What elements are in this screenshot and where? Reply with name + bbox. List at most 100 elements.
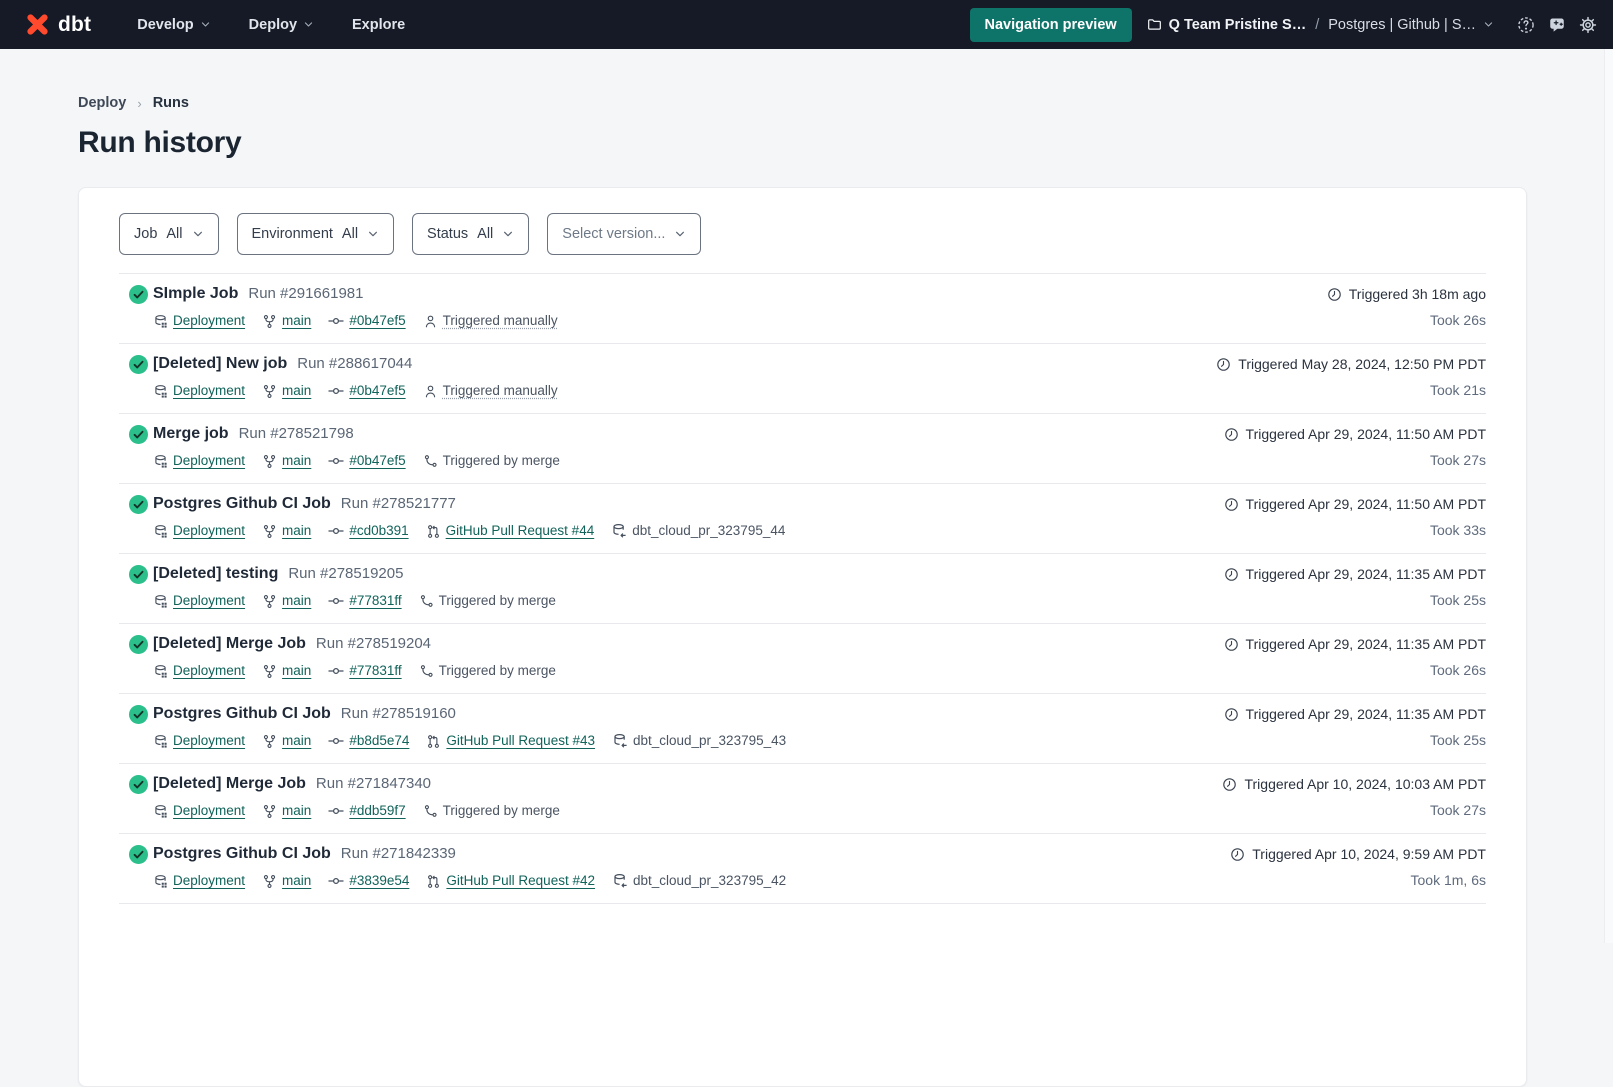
breadcrumb-runs[interactable]: Runs bbox=[153, 95, 189, 111]
clock-icon bbox=[1224, 567, 1239, 582]
run-id: Run #278519205 bbox=[288, 563, 403, 585]
run-row[interactable]: Postgres Github CI Job Run #278521777 De… bbox=[119, 484, 1486, 554]
branch-link[interactable]: main bbox=[282, 383, 311, 399]
job-name[interactable]: [Deleted] New job bbox=[153, 353, 287, 375]
job-name[interactable]: [Deleted] Merge Job bbox=[153, 633, 306, 655]
page-body: Deploy › Runs Run history Job All Enviro… bbox=[0, 95, 1613, 1087]
run-row[interactable]: Merge job Run #278521798 Deployment main… bbox=[119, 414, 1486, 484]
project-selector[interactable]: Postgres | Github | S… bbox=[1328, 17, 1494, 33]
commit-link[interactable]: #0b47ef5 bbox=[349, 453, 405, 469]
filter-value: All bbox=[166, 226, 182, 242]
pull-request-link[interactable]: GitHub Pull Request #44 bbox=[446, 523, 595, 539]
commit-link[interactable]: #77831ff bbox=[349, 663, 401, 679]
environment-link[interactable]: Deployment bbox=[173, 593, 245, 609]
commit-link[interactable]: #0b47ef5 bbox=[349, 383, 405, 399]
commit-link[interactable]: #77831ff bbox=[349, 593, 401, 609]
help-icon[interactable] bbox=[1517, 16, 1535, 34]
chevron-down-icon bbox=[192, 228, 204, 240]
branch-link[interactable]: main bbox=[282, 733, 311, 749]
duration: Took 26s bbox=[1430, 662, 1486, 678]
job-name[interactable]: Postgres Github CI Job bbox=[153, 493, 331, 515]
branch-link[interactable]: main bbox=[282, 593, 311, 609]
git-commit-icon bbox=[328, 313, 344, 329]
job-name[interactable]: Postgres Github CI Job bbox=[153, 703, 331, 725]
nav-item-label: Deploy bbox=[249, 17, 297, 33]
run-row[interactable]: Postgres Github CI Job Run #278519160 De… bbox=[119, 694, 1486, 764]
duration: Took 27s bbox=[1430, 452, 1486, 468]
success-check-icon bbox=[129, 495, 148, 514]
success-check-icon bbox=[129, 775, 148, 794]
branch-link[interactable]: main bbox=[282, 873, 311, 889]
success-check-icon bbox=[129, 355, 148, 374]
gear-icon[interactable] bbox=[1579, 16, 1597, 34]
filter-value: All bbox=[477, 226, 493, 242]
commit-link[interactable]: #cd0b391 bbox=[349, 523, 408, 539]
git-commit-icon bbox=[328, 383, 344, 399]
environment-link[interactable]: Deployment bbox=[173, 663, 245, 679]
nav-item-develop[interactable]: Develop bbox=[137, 17, 210, 33]
nav-menu: Develop Deploy Explore bbox=[137, 17, 405, 33]
run-row[interactable]: [Deleted] testing Run #278519205 Deploym… bbox=[119, 554, 1486, 624]
database-icon bbox=[153, 734, 168, 749]
git-pull-request-icon bbox=[426, 524, 441, 539]
pull-request-link[interactable]: GitHub Pull Request #42 bbox=[446, 873, 595, 889]
branch-link[interactable]: main bbox=[282, 803, 311, 819]
branch-link[interactable]: main bbox=[282, 453, 311, 469]
trigger-text: Triggered by merge bbox=[443, 453, 560, 469]
job-filter[interactable]: Job All bbox=[119, 213, 219, 255]
environment-link[interactable]: Deployment bbox=[173, 733, 245, 749]
nav-item-label: Develop bbox=[137, 17, 193, 33]
feedback-icon[interactable] bbox=[1548, 16, 1566, 34]
branch-link[interactable]: main bbox=[282, 663, 311, 679]
scrollbar[interactable] bbox=[1604, 49, 1613, 943]
trigger-text[interactable]: Triggered manually bbox=[443, 383, 558, 399]
triggered-time: Triggered Apr 29, 2024, 11:35 AM PDT bbox=[1246, 564, 1486, 584]
run-row[interactable]: [Deleted] Merge Job Run #278519204 Deplo… bbox=[119, 624, 1486, 694]
duration: Took 1m, 6s bbox=[1411, 872, 1486, 888]
environment-link[interactable]: Deployment bbox=[173, 383, 245, 399]
account-selector[interactable]: Q Team Pristine S… bbox=[1147, 17, 1307, 33]
top-nav: dbt Develop Deploy Explore Navigation pr… bbox=[0, 0, 1613, 49]
job-name[interactable]: [Deleted] testing bbox=[153, 563, 278, 585]
git-branch-icon bbox=[262, 454, 277, 469]
navigation-preview-button[interactable]: Navigation preview bbox=[970, 8, 1132, 42]
environment-filter[interactable]: Environment All bbox=[237, 213, 395, 255]
run-row[interactable]: [Deleted] Merge Job Run #271847340 Deplo… bbox=[119, 764, 1486, 834]
job-name[interactable]: [Deleted] Merge Job bbox=[153, 773, 306, 795]
branch-link[interactable]: main bbox=[282, 523, 311, 539]
job-name[interactable]: SImple Job bbox=[153, 283, 238, 305]
breadcrumb-deploy[interactable]: Deploy bbox=[78, 95, 126, 111]
environment-link[interactable]: Deployment bbox=[173, 523, 245, 539]
status-filter[interactable]: Status All bbox=[412, 213, 529, 255]
run-row[interactable]: SImple Job Run #291661981 Deployment mai… bbox=[119, 274, 1486, 344]
nav-item-explore[interactable]: Explore bbox=[352, 17, 405, 33]
environment-link[interactable]: Deployment bbox=[173, 313, 245, 329]
filter-value: All bbox=[342, 226, 358, 242]
version-filter[interactable]: Select version... bbox=[547, 213, 701, 255]
chevron-down-icon bbox=[674, 228, 686, 240]
job-name[interactable]: Merge job bbox=[153, 423, 229, 445]
commit-link[interactable]: #3839e54 bbox=[349, 873, 409, 889]
schema-name: dbt_cloud_pr_323795_43 bbox=[633, 733, 786, 749]
run-id: Run #278521798 bbox=[239, 423, 354, 445]
job-name[interactable]: Postgres Github CI Job bbox=[153, 843, 331, 865]
environment-link[interactable]: Deployment bbox=[173, 453, 245, 469]
filter-label: Job bbox=[134, 226, 157, 242]
nav-item-deploy[interactable]: Deploy bbox=[249, 17, 314, 33]
run-row[interactable]: [Deleted] New job Run #288617044 Deploym… bbox=[119, 344, 1486, 414]
trigger-text[interactable]: Triggered manually bbox=[443, 313, 558, 329]
environment-link[interactable]: Deployment bbox=[173, 873, 245, 889]
commit-link[interactable]: #0b47ef5 bbox=[349, 313, 405, 329]
database-icon bbox=[153, 314, 168, 329]
commit-link[interactable]: #ddb59f7 bbox=[349, 803, 405, 819]
git-pull-request-icon bbox=[426, 874, 441, 889]
environment-link[interactable]: Deployment bbox=[173, 803, 245, 819]
commit-link[interactable]: #b8d5e74 bbox=[349, 733, 409, 749]
dbt-logo[interactable]: dbt bbox=[24, 11, 91, 38]
success-check-icon bbox=[129, 425, 148, 444]
pull-request-link[interactable]: GitHub Pull Request #43 bbox=[446, 733, 595, 749]
run-id: Run #278519204 bbox=[316, 633, 431, 655]
run-row[interactable]: Postgres Github CI Job Run #271842339 De… bbox=[119, 834, 1486, 904]
branch-link[interactable]: main bbox=[282, 313, 311, 329]
clock-icon bbox=[1327, 287, 1342, 302]
